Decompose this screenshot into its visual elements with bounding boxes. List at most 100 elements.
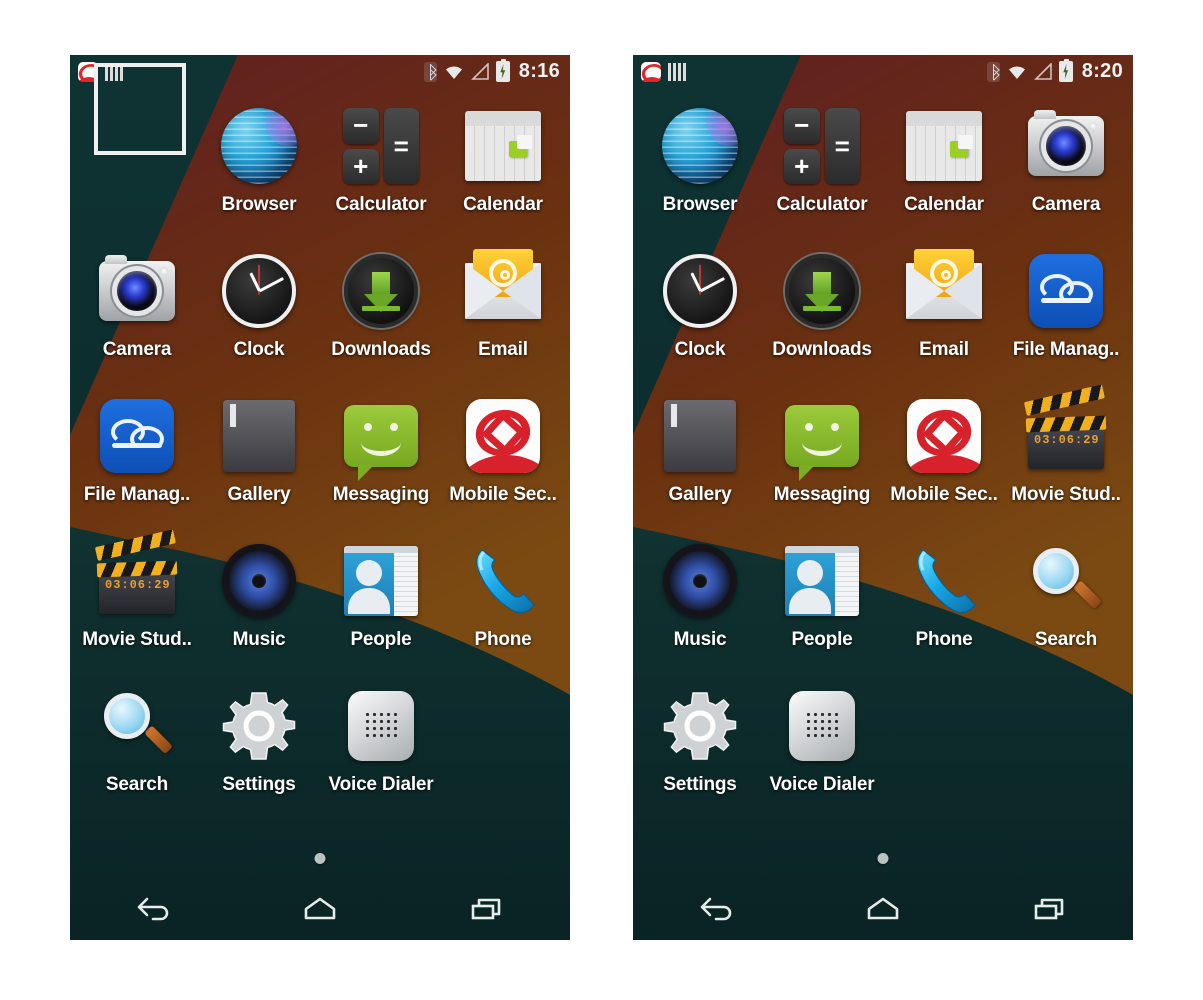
- back-icon[interactable]: [681, 887, 751, 931]
- app-icon-container: [656, 682, 744, 770]
- app-calculator[interactable]: − = + Calculator: [320, 102, 442, 247]
- app-label: File Manag..: [1012, 339, 1120, 360]
- app-voice-dialer[interactable]: Voice Dialer: [761, 682, 883, 827]
- app-icon-container: [215, 682, 303, 770]
- app-clock[interactable]: Clock: [198, 247, 320, 392]
- app-calculator[interactable]: − = + Calculator: [761, 102, 883, 247]
- app-movie-studio[interactable]: 03:06:29 Movie Stud..: [76, 529, 198, 682]
- app-gallery[interactable]: Gallery: [639, 392, 761, 537]
- recents-icon[interactable]: [1015, 887, 1085, 931]
- movie-studio-icon: 03:06:29: [94, 529, 178, 614]
- app-icon-container: [93, 392, 181, 480]
- app-label: Email: [478, 339, 528, 360]
- app-people[interactable]: People: [320, 537, 442, 682]
- app-calendar[interactable]: Calendar: [883, 102, 1005, 247]
- page-indicator-dot[interactable]: [314, 853, 326, 864]
- calendar-icon: [465, 111, 541, 181]
- calculator-plus-key: +: [784, 148, 820, 184]
- clock-icon: [222, 254, 296, 328]
- app-label: Voice Dialer: [328, 774, 434, 795]
- app-email[interactable]: Email: [883, 247, 1005, 392]
- app-phone[interactable]: Phone: [883, 537, 1005, 682]
- app-search[interactable]: Search: [1005, 537, 1127, 682]
- app-email[interactable]: Email: [442, 247, 564, 392]
- status-bar-clock: 8:16: [518, 60, 560, 82]
- app-settings[interactable]: Settings: [198, 682, 320, 827]
- phone-screen-right: 8:20 Browser − = + Calculator Calendar Camera Cl…: [633, 55, 1133, 940]
- calculator-plus-key: +: [343, 148, 379, 184]
- app-icon-container: [337, 392, 425, 481]
- back-icon[interactable]: [118, 887, 188, 931]
- app-music[interactable]: Music: [198, 537, 320, 682]
- app-label: People: [350, 629, 412, 650]
- gallery-icon: [223, 400, 295, 472]
- app-phone[interactable]: Phone: [442, 537, 564, 682]
- app-downloads[interactable]: Downloads: [320, 247, 442, 392]
- app-icon-container: [459, 392, 547, 480]
- app-browser[interactable]: Browser: [198, 102, 320, 247]
- battery-charging-icon: [495, 59, 510, 82]
- phone-icon: [907, 544, 981, 618]
- app-label: Clock: [233, 339, 285, 360]
- app-settings[interactable]: Settings: [639, 682, 761, 827]
- bluetooth-icon: [423, 61, 437, 82]
- email-icon: [906, 249, 982, 319]
- app-camera[interactable]: Camera: [76, 247, 198, 392]
- app-messaging[interactable]: Messaging: [761, 392, 883, 537]
- app-music[interactable]: Music: [639, 537, 761, 682]
- app-search[interactable]: Search: [76, 682, 198, 827]
- app-label: Camera: [102, 339, 172, 360]
- file-manager-icon: [1029, 254, 1103, 328]
- search-icon: [1029, 544, 1103, 618]
- app-calendar[interactable]: Calendar: [442, 102, 564, 247]
- status-bar-left: [641, 61, 686, 82]
- app-file-manager[interactable]: File Manag..: [1005, 247, 1127, 392]
- settings-icon: [663, 689, 737, 763]
- app-label: Voice Dialer: [769, 774, 875, 795]
- app-gallery[interactable]: Gallery: [198, 392, 320, 537]
- downloads-icon: [344, 254, 418, 328]
- app-messaging[interactable]: Messaging: [320, 392, 442, 537]
- app-downloads[interactable]: Downloads: [761, 247, 883, 392]
- phone-screen-left: 8:16 Browser − = + Calculator Calendar Camera Cl…: [70, 55, 570, 940]
- app-label: Mobile Sec..: [890, 484, 998, 505]
- app-camera[interactable]: Camera: [1005, 102, 1127, 247]
- app-mobile-security[interactable]: Mobile Sec..: [442, 392, 564, 537]
- calculator-equals-key: =: [383, 108, 419, 184]
- app-people[interactable]: People: [761, 537, 883, 682]
- app-icon-container: [900, 392, 988, 480]
- cellular-signal-icon: [1033, 62, 1053, 80]
- app-label: Search: [105, 774, 169, 795]
- cellular-signal-icon: [470, 62, 490, 80]
- calendar-icon: [906, 111, 982, 181]
- app-icon-container: [215, 392, 303, 480]
- app-icon-container: [900, 102, 988, 190]
- page-indicator-dot[interactable]: [877, 853, 889, 864]
- selection-highlight-square[interactable]: [94, 63, 186, 155]
- app-icon-container: [778, 247, 866, 335]
- calculator-minus-key: −: [784, 108, 820, 144]
- app-label: Browser: [221, 194, 297, 215]
- calculator-equals-key: =: [824, 108, 860, 184]
- app-file-manager[interactable]: File Manag..: [76, 392, 198, 537]
- app-browser[interactable]: Browser: [639, 102, 761, 247]
- app-mobile-security[interactable]: Mobile Sec..: [883, 392, 1005, 537]
- camera-icon: [99, 255, 175, 321]
- app-label: File Manag..: [83, 484, 191, 505]
- home-icon[interactable]: [285, 887, 355, 931]
- app-icon-container: [93, 247, 181, 335]
- app-label: Search: [1034, 629, 1098, 650]
- music-icon: [663, 544, 737, 618]
- status-bar-right: 8:20: [986, 59, 1123, 83]
- app-label: Movie Stud..: [1011, 484, 1121, 505]
- signal-bars-icon: [668, 62, 686, 81]
- browser-icon: [662, 108, 738, 184]
- app-icon-container: [215, 247, 303, 335]
- app-movie-studio[interactable]: 03:06:29 Movie Stud..: [1005, 384, 1127, 537]
- app-label: Movie Stud..: [82, 629, 192, 650]
- recents-icon[interactable]: [452, 887, 522, 931]
- wifi-icon: [443, 63, 465, 80]
- home-icon[interactable]: [848, 887, 918, 931]
- app-voice-dialer[interactable]: Voice Dialer: [320, 682, 442, 827]
- app-clock[interactable]: Clock: [639, 247, 761, 392]
